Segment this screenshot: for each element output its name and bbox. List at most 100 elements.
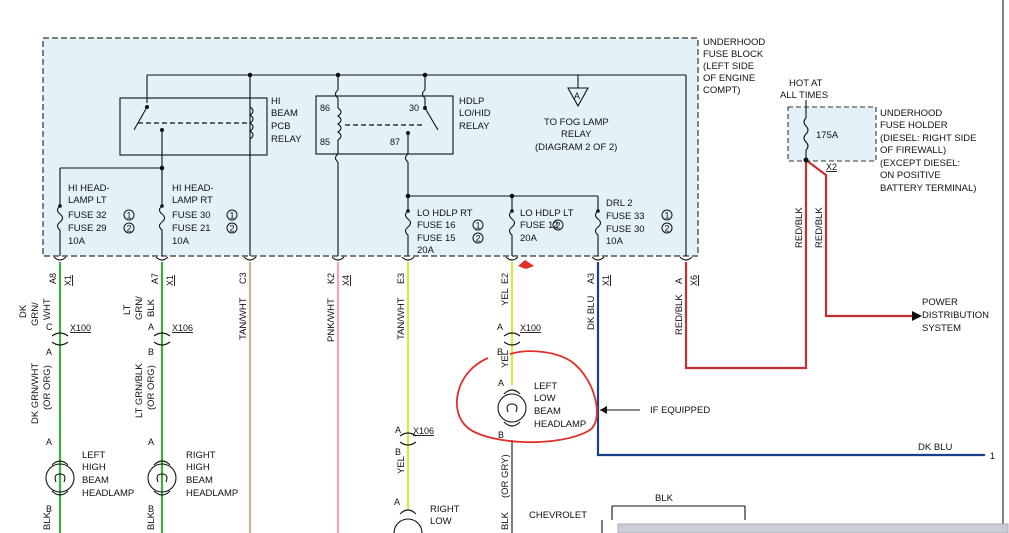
svg-text:DK GRN/WHT: DK GRN/WHT — [30, 363, 41, 424]
svg-text:BLK: BLK — [146, 298, 157, 317]
svg-text:B: B — [46, 504, 52, 514]
svg-text:LEFT LOW BEAM: LEFT LOW BEAM HEADLAMP — [534, 381, 586, 430]
svg-text:B: B — [498, 430, 504, 440]
wire-red-blk-1 — [684, 160, 808, 370]
connector-pin-label: E3 — [396, 273, 406, 284]
connector-name-label: X1 — [165, 275, 175, 286]
svg-text:RIGHT HIGH BEAM: RIGHT HIGH BEAM HEADLAMP — [186, 450, 238, 499]
svg-text:GRN/: GRN/ — [30, 302, 41, 326]
svg-text:1: 1 — [230, 211, 235, 221]
svg-text:X106: X106 — [172, 323, 193, 333]
svg-text:1: 1 — [127, 211, 132, 221]
connector-pin-label: A — [674, 278, 684, 284]
svg-text:HOT AT ALL TIMES: HOT AT ALL TIMES — [780, 78, 828, 101]
svg-text:C: C — [46, 322, 53, 332]
connector-pin — [331, 256, 345, 261]
inline-connector-x100-left: C A X100 — [46, 322, 91, 357]
svg-text:BLK: BLK — [42, 511, 53, 530]
connector-pin-label: E2 — [500, 273, 510, 284]
svg-text:X106: X106 — [413, 426, 434, 436]
wire-dk-blu — [596, 262, 985, 457]
lamp-bulb-icon — [497, 393, 527, 423]
svg-text:1: 1 — [990, 451, 995, 461]
left-low-beam-headlamp: A B LEFT LOW BEAM HEADLAMP — [497, 378, 586, 440]
svg-text:RED/BLK: RED/BLK — [814, 207, 825, 248]
svg-text:2: 2 — [127, 224, 132, 234]
power-distribution-label: POWER DISTRIBUTION SYSTEM — [922, 297, 992, 334]
svg-text:YEL: YEL — [396, 456, 407, 474]
svg-text:DK BLU: DK BLU — [586, 296, 597, 330]
svg-text:B: B — [148, 504, 154, 514]
svg-text:2: 2 — [476, 234, 481, 244]
svg-text:LT: LT — [122, 304, 133, 315]
svg-text:B: B — [395, 447, 401, 457]
fuse-terminal-dot — [596, 209, 600, 213]
connector-pin — [679, 256, 693, 261]
if-equipped-note: IF EQUIPPED — [600, 405, 710, 416]
svg-text:TAN/WHT: TAN/WHT — [396, 297, 407, 340]
pin-labels: A8 X1 A7 X1 C3 K2 X4 E3 E2 A3 X1 A X6 — [48, 272, 699, 286]
connector-pin — [505, 256, 519, 261]
connector-pin — [243, 256, 257, 261]
svg-text:B: B — [148, 347, 154, 357]
connector-pin-label: K2 — [326, 273, 336, 284]
svg-text:A: A — [46, 437, 52, 447]
bottom-cut-off: CHEVROLET BLK — [529, 493, 1009, 533]
connector-pins — [53, 256, 693, 261]
svg-text:RED/BLK: RED/BLK — [674, 294, 685, 335]
svg-text:LT GRN/BLK: LT GRN/BLK — [134, 363, 145, 418]
connector-name-label: X4 — [341, 275, 351, 286]
wiring-diagram: UNDERHOOD FUSE BLOCK (LEFT SIDE OF ENGIN… — [18, 0, 1009, 533]
svg-text:LEFT HIGH BEAM: LEFT HIGH BEAM HEADLAMP — [82, 450, 134, 499]
red-arrow-annotation — [518, 260, 534, 269]
connector-name-label: X1 — [63, 275, 73, 286]
red-annotation — [455, 260, 598, 444]
svg-text:2: 2 — [665, 224, 670, 234]
connector-pin-label: A3 — [586, 273, 596, 284]
connector-pin-label: A8 — [48, 273, 58, 284]
fuse-terminal-dot — [510, 209, 514, 213]
svg-text:1: 1 — [665, 211, 670, 221]
svg-text:A: A — [574, 91, 580, 101]
connector-pin-label: A7 — [150, 273, 160, 284]
svg-text:(OR ORG): (OR ORG) — [146, 365, 157, 410]
svg-text:X100: X100 — [70, 323, 91, 333]
inline-connector-x106-right: A B X106 — [148, 322, 193, 357]
svg-text:X100: X100 — [520, 323, 541, 333]
connector-pin — [591, 256, 605, 261]
connector-pin — [401, 256, 415, 261]
svg-text:GRN/: GRN/ — [134, 296, 145, 320]
svg-text:PNK/WHT: PNK/WHT — [326, 298, 337, 342]
svg-text:RED/BLK: RED/BLK — [794, 207, 805, 248]
svg-text:YEL: YEL — [500, 288, 511, 306]
underhood-fuse-holder: 175A X2 HOT AT ALL TIMES UNDERHOOD FUSE … — [780, 78, 979, 194]
svg-text:BLK: BLK — [655, 493, 674, 504]
svg-text:A: A — [148, 322, 154, 332]
svg-text:TAN/WHT: TAN/WHT — [238, 297, 249, 340]
svg-text:A: A — [394, 497, 400, 507]
svg-text:DK: DK — [18, 304, 29, 318]
right-low-beam-headlamp: A RIGHT LOW — [393, 497, 462, 533]
connector-pin — [155, 256, 169, 261]
svg-text:175A: 175A — [816, 130, 839, 141]
svg-text:1: 1 — [476, 221, 481, 231]
svg-text:2: 2 — [230, 224, 235, 234]
svg-text:BLK: BLK — [500, 511, 511, 530]
fuse-block-label: UNDERHOOD FUSE BLOCK (LEFT SIDE OF ENGIN… — [703, 37, 768, 96]
fuse-terminal-dot — [160, 204, 164, 208]
svg-text:RIGHT LOW: RIGHT LOW — [430, 504, 462, 527]
svg-text:2: 2 — [556, 221, 561, 231]
svg-text:UNDERHOOD FUSE HOLDER: UNDERHOOD FUSE HOLDER (DIESEL: RIGHT SID… — [880, 108, 979, 194]
svg-text:A: A — [395, 425, 401, 435]
svg-text:DK BLU: DK BLU — [918, 442, 952, 453]
fuse-terminal-dot — [58, 204, 62, 208]
connector-name-label: X1 — [601, 275, 611, 286]
svg-text:IF EQUIPPED: IF EQUIPPED — [650, 405, 710, 416]
underhood-fuse-block: UNDERHOOD FUSE BLOCK (LEFT SIDE OF ENGIN… — [42, 37, 768, 257]
inline-connector-x106-lo: A B X106 — [395, 425, 434, 457]
connector-name-label: X6 — [689, 275, 699, 286]
svg-text:A: A — [148, 437, 154, 447]
svg-text:CHEVROLET: CHEVROLET — [529, 510, 587, 521]
svg-text:BLK: BLK — [146, 511, 157, 530]
svg-text:B: B — [497, 347, 503, 357]
